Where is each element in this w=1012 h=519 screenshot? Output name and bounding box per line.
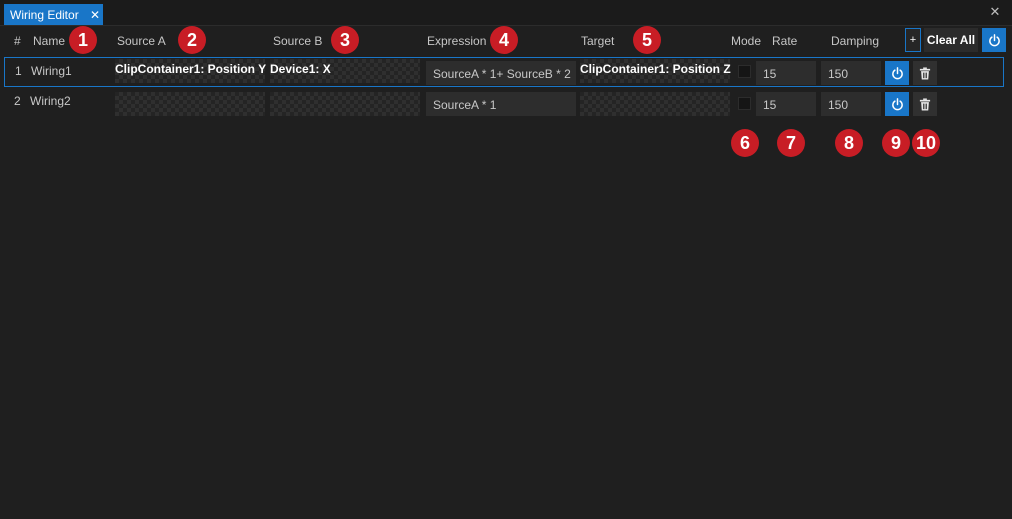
clear-all-button[interactable]: Clear All: [924, 28, 978, 52]
source-a-field[interactable]: ClipContainer1: Position Y: [115, 59, 266, 83]
source-a-field[interactable]: [115, 92, 265, 116]
window-close-icon[interactable]: ✕: [988, 5, 1002, 19]
expression-field[interactable]: SourceA * 1+ SourceB * 2: [426, 61, 576, 85]
source-b-field[interactable]: [270, 92, 420, 116]
callout-marker: 2: [178, 26, 206, 54]
row-power-button[interactable]: [885, 61, 909, 85]
trash-icon: [919, 66, 931, 80]
col-mode: Mode: [731, 34, 762, 48]
damping-input[interactable]: 150: [821, 61, 881, 85]
callout-marker: 8: [835, 129, 863, 157]
rate-input[interactable]: 15: [756, 92, 816, 116]
callout-marker: 5: [633, 26, 661, 54]
col-source-b: Source B: [273, 34, 323, 48]
row-power-button[interactable]: [885, 92, 909, 116]
target-field[interactable]: [580, 92, 730, 116]
expression-field[interactable]: SourceA * 1: [426, 92, 576, 116]
col-target: Target: [581, 34, 615, 48]
row-delete-button[interactable]: [913, 61, 937, 85]
row-number: 2: [14, 94, 21, 108]
col-num: #: [14, 34, 21, 48]
toggle-all-power-button[interactable]: [982, 28, 1006, 52]
rate-input[interactable]: 15: [756, 61, 816, 85]
power-icon: [988, 33, 1000, 46]
trash-icon: [919, 97, 931, 111]
power-icon: [891, 66, 903, 79]
mode-checkbox[interactable]: [738, 65, 751, 78]
close-icon[interactable]: ✕: [87, 8, 103, 22]
callout-marker: 6: [731, 129, 759, 157]
callout-marker: 10: [912, 129, 940, 157]
row-number: 1: [15, 64, 22, 78]
tab-title: Wiring Editor: [10, 7, 79, 22]
callout-marker: 1: [69, 26, 97, 54]
callout-marker: 4: [490, 26, 518, 54]
damping-input[interactable]: 150: [821, 92, 881, 116]
callout-marker: 9: [882, 129, 910, 157]
row-name[interactable]: Wiring2: [30, 94, 71, 108]
col-damping: Damping: [831, 34, 880, 48]
row-delete-button[interactable]: [913, 92, 937, 116]
row-name[interactable]: Wiring1: [31, 64, 72, 78]
tab-wiring-editor[interactable]: Wiring Editor ✕: [4, 4, 103, 25]
tab-strip: Wiring Editor ✕ ✕: [0, 0, 1012, 26]
callout-marker: 3: [331, 26, 359, 54]
col-name: Name: [33, 34, 66, 48]
callout-marker: 7: [777, 129, 805, 157]
add-wiring-button[interactable]: +: [905, 28, 921, 52]
col-rate: Rate: [772, 34, 798, 48]
mode-checkbox[interactable]: [738, 97, 751, 110]
col-expression: Expression: [427, 34, 487, 48]
source-b-field[interactable]: Device1: X: [270, 59, 420, 83]
col-source-a: Source A: [117, 34, 166, 48]
power-icon: [891, 97, 903, 110]
target-field[interactable]: ClipContainer1: Position Z: [580, 59, 731, 83]
